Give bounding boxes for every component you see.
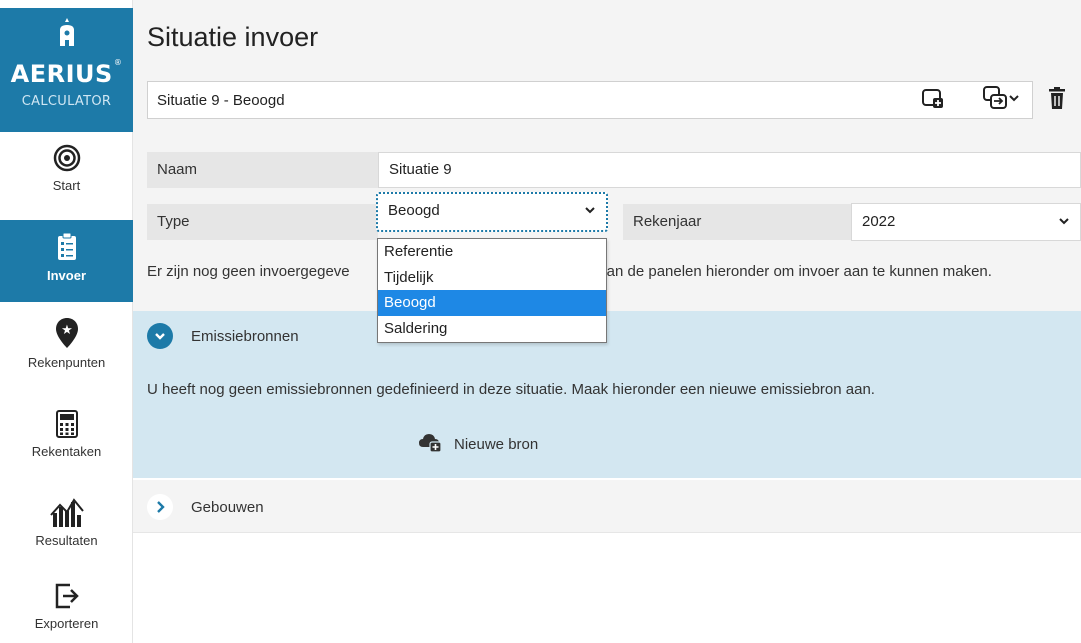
copy-scenario-icon: [982, 85, 1008, 115]
chart-icon: [0, 497, 133, 531]
name-label: Naam: [147, 152, 378, 188]
add-scenario-button[interactable]: [919, 86, 947, 114]
aerius-logo-icon: [56, 16, 78, 54]
sidebar-item-label: Rekentaken: [31, 444, 102, 459]
header: Situatie invoer Situatie 9 - Beoogd: [133, 0, 1081, 136]
chevron-down-icon: [1008, 91, 1020, 108]
name-input[interactable]: Situatie 9: [378, 152, 1081, 188]
sidebar-item-label: Exporteren: [34, 616, 99, 631]
buildings-panel-header[interactable]: Gebouwen: [147, 492, 747, 522]
export-icon: [0, 582, 133, 614]
sidebar-item-label: Invoer: [46, 268, 86, 283]
buildings-panel: Gebouwen: [133, 480, 1081, 533]
delete-scenario-icon: [1047, 86, 1067, 114]
type-label: Type: [147, 204, 378, 240]
sidebar-item-rekenpunten[interactable]: ★ Rekenpunten: [0, 317, 133, 389]
chevron-right-icon: [147, 494, 173, 520]
type-option-saldering[interactable]: Saldering: [378, 316, 606, 342]
type-select-value: Beoogd: [388, 202, 440, 219]
add-scenario-icon: [921, 86, 945, 114]
sidebar-item-label: Rekenpunten: [27, 355, 106, 370]
scenario-select[interactable]: Situatie 9 - Beoogd: [147, 81, 1033, 119]
sidebar: AERIUS® CALCULATOR Start Invoer ★ Rekenp…: [0, 0, 133, 643]
info-text-end: n van de panelen hieronder om invoer aan…: [586, 263, 992, 280]
chevron-down-icon: [1058, 204, 1070, 253]
buildings-panel-title: Gebouwen: [191, 498, 264, 516]
type-option-referentie[interactable]: Referentie: [378, 239, 606, 265]
scenario-select-value: Situatie 9 - Beoogd: [157, 92, 285, 109]
svg-text:★: ★: [61, 323, 73, 338]
new-source-button[interactable]: Nieuwe bron: [418, 431, 538, 457]
brand-name: AERIUS®: [10, 58, 123, 88]
target-icon: [0, 142, 133, 176]
sidebar-item-label: Resultaten: [35, 533, 98, 548]
sidebar-item-invoer[interactable]: Invoer: [0, 220, 133, 302]
aerius-logo[interactable]: AERIUS® CALCULATOR: [0, 8, 133, 132]
copy-scenario-button[interactable]: [981, 86, 1009, 114]
year-select-value: 2022: [862, 213, 896, 230]
calculator-icon: [0, 410, 133, 442]
sidebar-item-label: Start: [52, 178, 81, 193]
type-option-beoogd[interactable]: Beoogd: [378, 290, 606, 316]
year-label: Rekenjaar: [623, 204, 851, 240]
sidebar-item-rekentaken[interactable]: Rekentaken: [0, 410, 133, 482]
sidebar-item-start[interactable]: Start: [0, 142, 133, 214]
emission-panel-text: U heeft nog geen emissiebronnen gedefini…: [147, 381, 875, 398]
sidebar-item-resultaten[interactable]: Resultaten: [0, 497, 133, 569]
clipboard-icon: [0, 232, 133, 266]
situation-form: Naam Situatie 9 Type Beoogd Rekenjaar 20…: [133, 136, 1081, 312]
type-option-tijdelijk[interactable]: Tijdelijk: [378, 265, 606, 291]
chevron-down-icon: [584, 194, 596, 240]
delete-scenario-button[interactable]: [1043, 86, 1071, 114]
page-title: Situatie invoer: [147, 22, 319, 52]
main-content: Situatie invoer Situatie 9 - Beoogd Naam…: [133, 0, 1081, 643]
emission-panel-title: Emissiebronnen: [191, 327, 299, 345]
sidebar-item-exporteren[interactable]: Exporteren: [0, 582, 133, 642]
chevron-down-icon: [147, 323, 173, 349]
info-text-start: Er zijn nog geen invoergegeve: [147, 263, 350, 280]
new-source-label: Nieuwe bron: [454, 435, 539, 453]
emission-panel: Emissiebronnen U heeft nog geen emissieb…: [133, 311, 1081, 478]
brand-subtitle: CALCULATOR: [21, 94, 112, 109]
year-select[interactable]: 2022: [851, 203, 1081, 241]
type-select[interactable]: Beoogd: [376, 192, 608, 232]
map-pin-star-icon: ★: [0, 317, 133, 353]
type-dropdown-list: Referentie Tijdelijk Beoogd Saldering: [377, 238, 607, 343]
cloud-add-icon: [418, 431, 444, 457]
